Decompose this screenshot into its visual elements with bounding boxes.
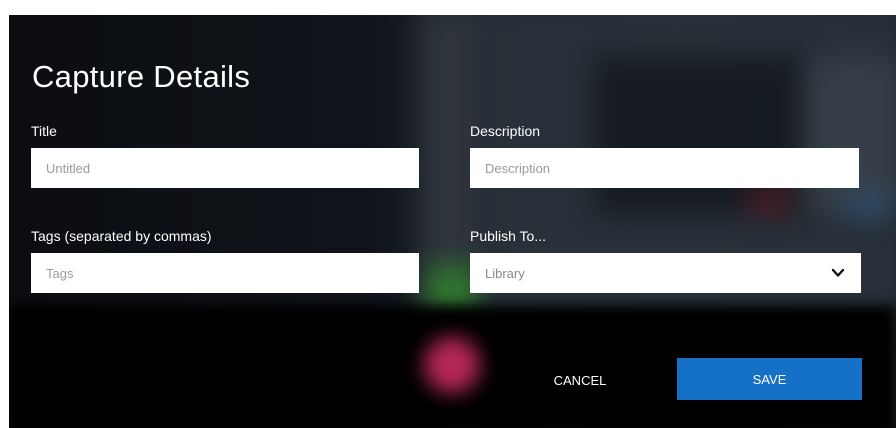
cancel-button[interactable]: CANCEL [525,368,635,392]
background-blur-blue-spot [847,195,887,217]
capture-details-dialog: Capture Details Title Description Tags (… [9,15,896,428]
title-label: Title [31,123,57,139]
publish-to-select[interactable]: Library [470,253,861,293]
save-button[interactable]: SAVE [677,358,862,400]
chevron-down-icon [831,268,845,277]
title-input[interactable] [31,148,419,188]
publish-to-value: Library [485,265,525,281]
tags-input[interactable] [31,253,419,293]
description-input[interactable] [470,148,859,188]
background-blur-pink-spot [424,337,480,393]
background-blur-red-spot [749,190,789,212]
tags-label: Tags (separated by commas) [31,228,212,244]
publish-to-label: Publish To... [470,228,547,244]
dialog-title: Capture Details [32,59,251,94]
description-label: Description [470,123,541,139]
